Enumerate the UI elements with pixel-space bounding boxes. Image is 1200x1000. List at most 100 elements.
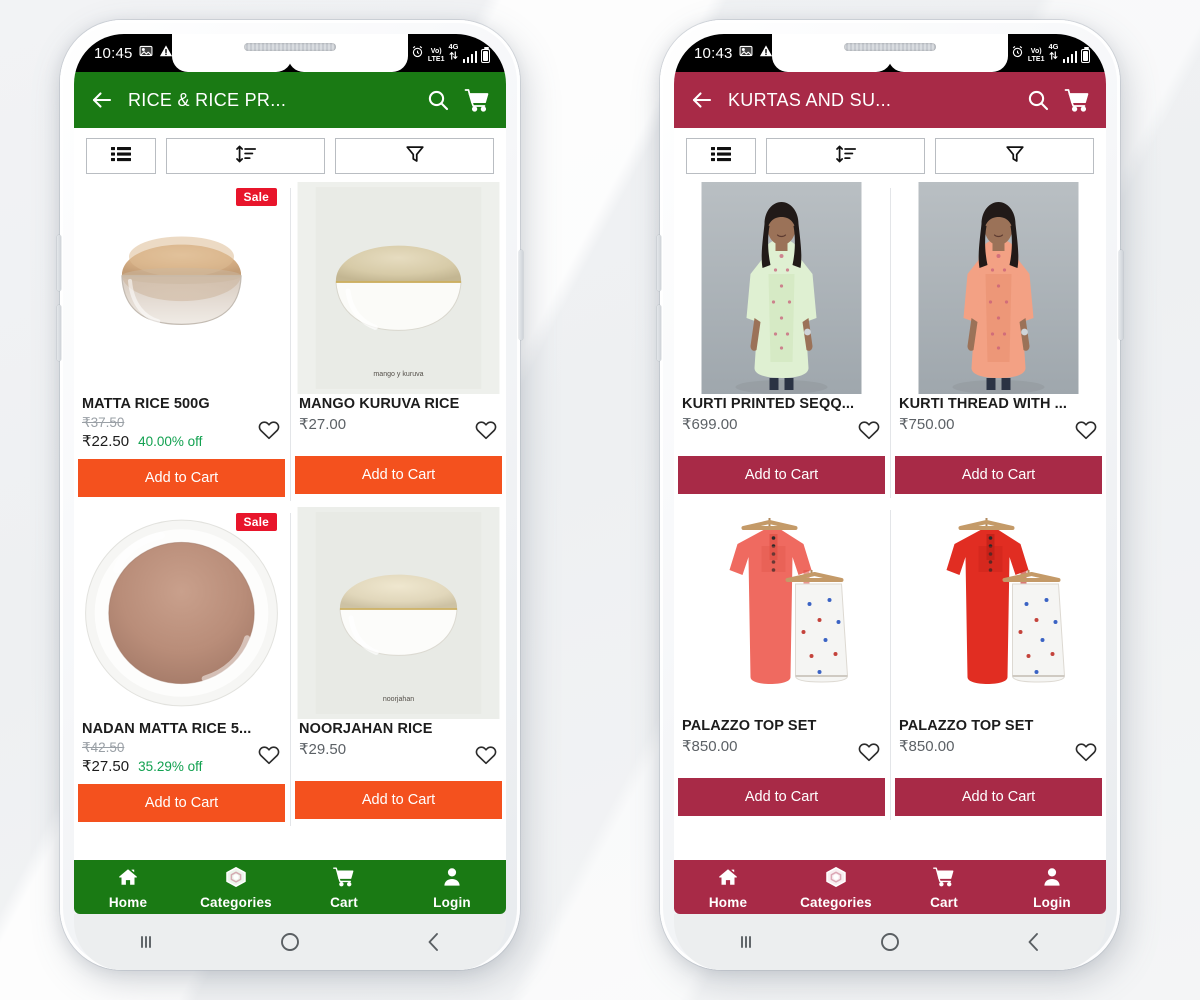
page-title: KURTAS AND SU... <box>728 89 892 110</box>
photo-icon <box>739 44 753 62</box>
add-to-cart-button[interactable]: Add to Cart <box>78 459 285 497</box>
recents-icon[interactable] <box>133 929 159 955</box>
product-card[interactable]: Sale MATTA RICE 500G ₹37.50 ₹22.50 40.00… <box>74 182 289 507</box>
product-image[interactable] <box>678 182 885 394</box>
wishlist-heart-icon[interactable] <box>257 740 281 772</box>
product-card[interactable]: noorjahan NOORJAHAN RICE ₹29.50 Add to C… <box>290 507 506 832</box>
sort-icon <box>235 143 257 170</box>
cart-icon <box>932 865 956 894</box>
bottom-nav-item-login[interactable]: Login <box>398 865 506 910</box>
product-name: PALAZZO TOP SET <box>682 718 817 734</box>
product-image[interactable]: Sale <box>78 507 285 719</box>
recents-icon[interactable] <box>733 929 759 955</box>
add-to-cart-button[interactable]: Add to Cart <box>678 778 885 816</box>
back-chevron-icon[interactable] <box>421 929 447 955</box>
product-meta: KURTI THREAD WITH ... ₹750.00 <box>895 394 1102 447</box>
product-card[interactable]: KURTI THREAD WITH ... ₹750.00 Add to Car… <box>890 182 1106 504</box>
sort-button[interactable] <box>166 138 325 174</box>
volume-up-button[interactable] <box>57 235 61 291</box>
categories-cube-icon <box>824 865 848 894</box>
add-to-cart-button[interactable]: Add to Cart <box>678 456 885 494</box>
view-toggle-button[interactable] <box>686 138 756 174</box>
price-block: ₹850.00 <box>682 737 737 755</box>
bottom-nav-label: Login <box>1033 894 1071 910</box>
speaker-grille <box>844 43 936 51</box>
search-icon[interactable] <box>426 88 450 112</box>
home-circle-icon[interactable] <box>277 929 303 955</box>
volume-down-button[interactable] <box>57 305 61 361</box>
add-to-cart-button[interactable]: Add to Cart <box>895 456 1102 494</box>
product-image[interactable] <box>895 504 1102 716</box>
bottom-nav-item-home[interactable]: Home <box>74 865 182 910</box>
add-to-cart-button[interactable]: Add to Cart <box>895 778 1102 816</box>
sort-icon <box>835 143 857 170</box>
list-view-icon <box>110 143 132 170</box>
signal-icon <box>1062 51 1077 63</box>
status-right: Vo) LTE1 4G <box>1011 43 1090 63</box>
svg-text:mango y kuruva: mango y kuruva <box>373 371 423 378</box>
cart-icon[interactable] <box>464 87 490 113</box>
categories-cube-icon <box>224 865 248 894</box>
status-right: Vo) LTE1 4G <box>411 43 490 63</box>
status-time: 10:45 <box>94 44 133 62</box>
product-card[interactable]: KURTI PRINTED SEQQ... ₹699.00 Add to Car… <box>674 182 889 504</box>
filter-button[interactable] <box>335 138 494 174</box>
user-icon <box>1040 865 1064 894</box>
bottom-nav-label: Home <box>108 894 148 910</box>
product-image[interactable]: mango y kuruva <box>295 182 502 394</box>
cart-icon[interactable] <box>1064 87 1090 113</box>
back-chevron-icon[interactable] <box>1021 929 1047 955</box>
search-icon[interactable] <box>1026 88 1050 112</box>
bottom-nav-item-categories[interactable]: Categories <box>782 865 890 910</box>
volume-up-button[interactable] <box>657 235 661 291</box>
power-button[interactable] <box>1119 250 1123 340</box>
filter-button[interactable] <box>935 138 1094 174</box>
product-card[interactable]: mango y kuruva MANGO KURUVA RICE ₹27.00 … <box>290 182 506 507</box>
bottom-nav-item-home[interactable]: Home <box>674 865 782 910</box>
view-toggle-button[interactable] <box>86 138 156 174</box>
list-toolbar <box>74 128 506 182</box>
back-arrow-icon[interactable] <box>90 88 114 112</box>
status-left: 10:45 <box>94 44 173 62</box>
product-image[interactable]: Sale <box>78 182 285 394</box>
user-icon <box>440 865 464 894</box>
wishlist-heart-icon[interactable] <box>257 415 281 447</box>
home-icon <box>716 865 740 894</box>
bottom-nav-item-cart[interactable]: Cart <box>290 865 398 910</box>
price-block: ₹27.00 <box>299 415 346 433</box>
app-bar: KURTAS AND SU... <box>674 72 1106 128</box>
speaker-grille <box>244 43 336 51</box>
bottom-nav-item-categories[interactable]: Categories <box>182 865 290 910</box>
battery-icon <box>481 47 490 63</box>
add-to-cart-button[interactable]: Add to Cart <box>295 781 502 819</box>
sort-button[interactable] <box>766 138 925 174</box>
product-card[interactable]: Sale NADAN MATTA RICE 5... ₹42.50 ₹27.50… <box>74 507 289 832</box>
wishlist-heart-icon[interactable] <box>1074 737 1098 769</box>
status-left: 10:43 <box>694 44 773 62</box>
product-image[interactable] <box>678 504 885 716</box>
wishlist-heart-icon[interactable] <box>857 415 881 447</box>
product-image[interactable] <box>895 182 1102 394</box>
product-image[interactable]: noorjahan <box>295 507 502 719</box>
product-card[interactable]: PALAZZO TOP SET ₹850.00 Add to Cart <box>890 504 1106 826</box>
status-bar: 10:45 Vo) LTE1 4G <box>74 34 506 72</box>
product-card[interactable]: PALAZZO TOP SET ₹850.00 Add to Cart <box>674 504 889 826</box>
wishlist-heart-icon[interactable] <box>474 415 498 447</box>
volume-down-button[interactable] <box>657 305 661 361</box>
wishlist-heart-icon[interactable] <box>1074 415 1098 447</box>
phone-screen: 10:45 Vo) LTE1 4G RICE & RICE PR... Sale… <box>74 34 506 914</box>
bottom-nav-item-cart[interactable]: Cart <box>890 865 998 910</box>
product-name: KURTI THREAD WITH ... <box>899 396 1068 412</box>
power-button[interactable] <box>519 250 523 340</box>
wishlist-heart-icon[interactable] <box>474 740 498 772</box>
bottom-nav-item-login[interactable]: Login <box>998 865 1106 910</box>
back-arrow-icon[interactable] <box>690 88 714 112</box>
wishlist-heart-icon[interactable] <box>857 737 881 769</box>
phone-screen: 10:43 Vo) LTE1 4G KURTAS AND SU... KURTI… <box>674 34 1106 914</box>
add-to-cart-button[interactable]: Add to Cart <box>295 456 502 494</box>
product-price: ₹27.00 <box>299 416 347 433</box>
add-to-cart-button[interactable]: Add to Cart <box>78 784 285 822</box>
android-system-nav <box>674 914 1106 970</box>
home-circle-icon[interactable] <box>877 929 903 955</box>
photo-icon <box>139 44 153 62</box>
